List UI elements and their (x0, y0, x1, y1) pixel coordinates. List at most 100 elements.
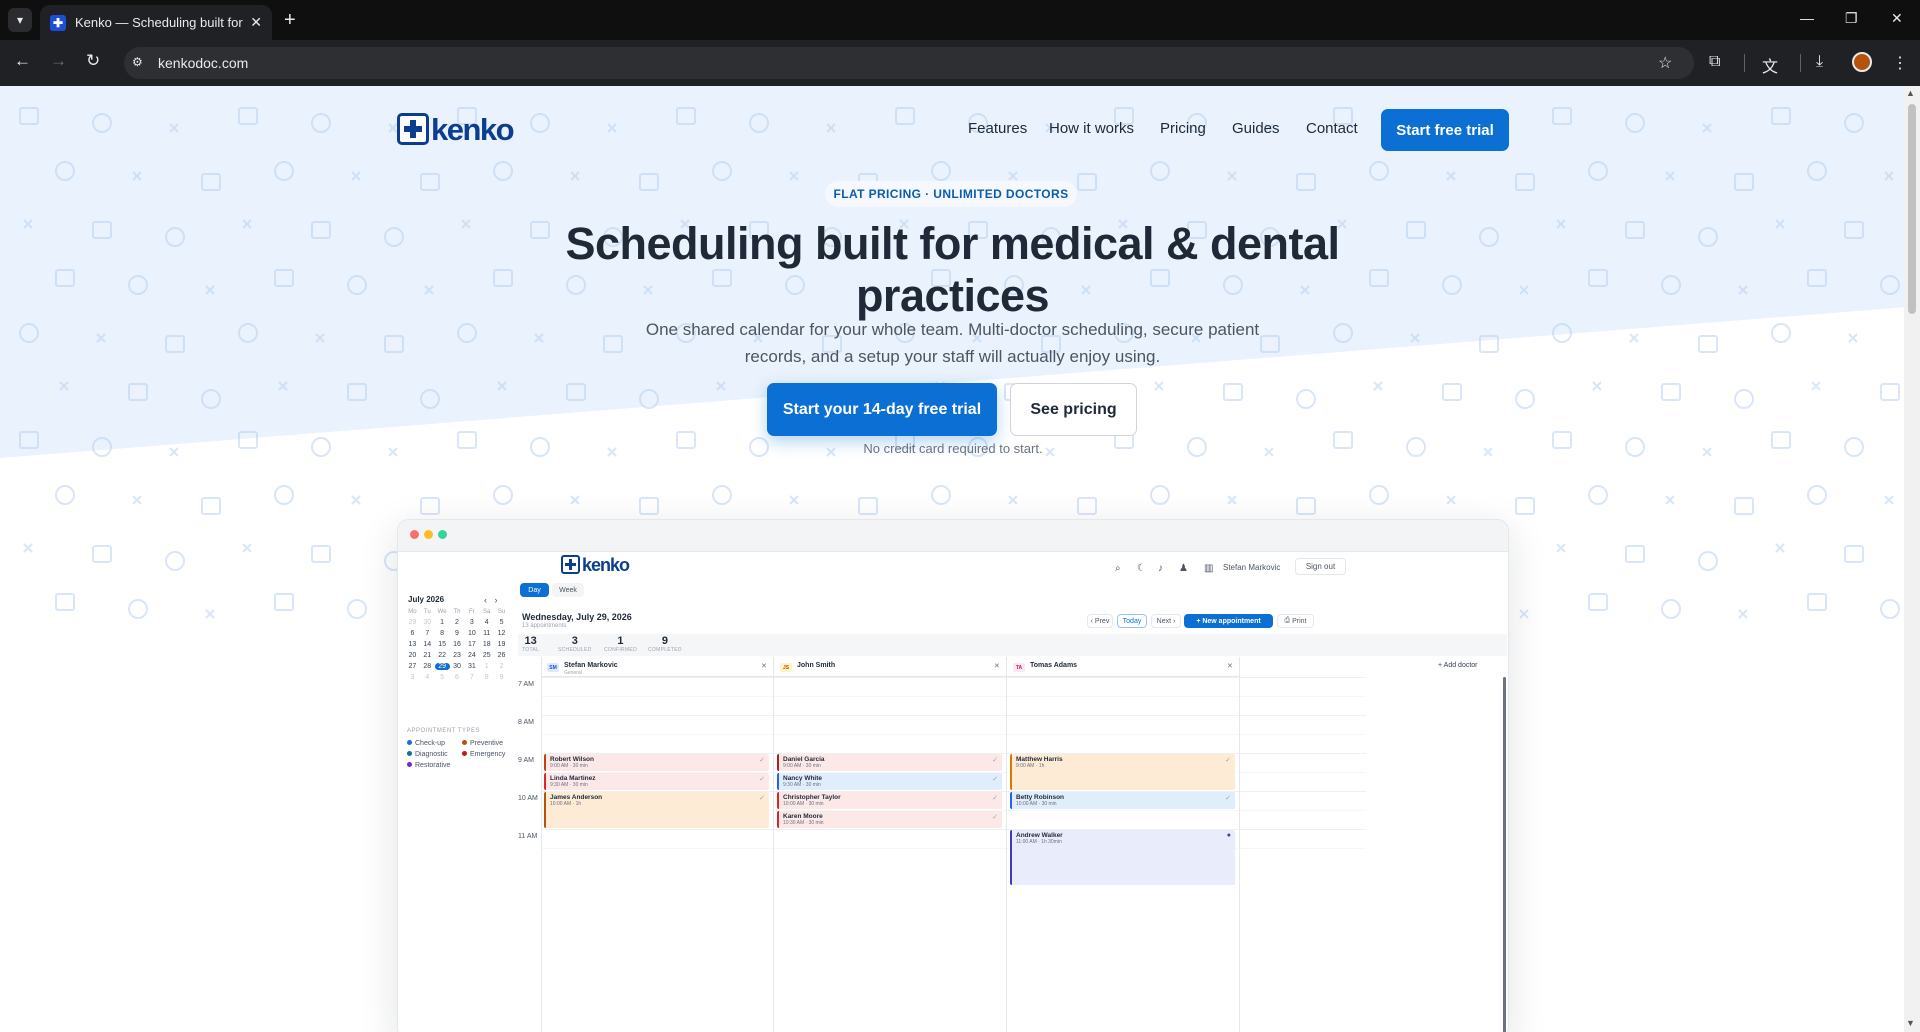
calendar-day[interactable]: 17 (464, 641, 479, 648)
appointment[interactable]: Andrew Walker 11:00 AM · 1h 30min ● (1010, 830, 1235, 885)
calendar-day[interactable]: 20 (405, 652, 420, 659)
calendar-day[interactable]: 30 (420, 619, 435, 626)
close-tab-icon[interactable]: ✕ (250, 14, 262, 31)
see-pricing-button[interactable]: See pricing (1010, 383, 1137, 436)
appointment[interactable]: James Anderson 10:00 AM · 1h ✓ (544, 792, 769, 828)
forward-icon[interactable]: → (50, 51, 67, 71)
calendar-day[interactable]: 9 (450, 630, 465, 637)
calendar-day[interactable]: 1 (479, 663, 494, 670)
nav-link-guides[interactable]: Guides (1232, 120, 1280, 137)
new-tab-button[interactable]: + (284, 8, 296, 32)
calendar-day[interactable]: 5 (494, 619, 509, 626)
remove-doctor-icon[interactable]: ✕ (994, 662, 1000, 670)
bookmark-star-icon[interactable]: ☆ (1658, 53, 1672, 73)
calendar-day[interactable]: 14 (420, 641, 435, 648)
week-view-tab[interactable]: Week (552, 583, 584, 597)
menu-dots-icon[interactable]: ⋮ (1892, 53, 1908, 73)
tab-search-button[interactable]: ▾ (8, 8, 32, 32)
print-button[interactable]: ⎙ Print (1277, 614, 1314, 628)
calendar-day[interactable]: 22 (435, 652, 450, 659)
calendar-day[interactable]: 7 (420, 630, 435, 637)
profile-avatar[interactable] (1852, 52, 1872, 72)
calendar-day[interactable]: 4 (479, 619, 494, 626)
appointment[interactable]: Linda Martinez 9:30 AM · 30 min ✓ (544, 773, 769, 790)
translate-icon[interactable]: 文 (1762, 53, 1778, 77)
calendar-day[interactable]: 3 (464, 619, 479, 626)
calendar-day[interactable]: 21 (420, 652, 435, 659)
calendar-day[interactable]: 6 (450, 674, 465, 681)
calendar-day[interactable]: 30 (450, 663, 465, 670)
calendar-day[interactable]: 23 (450, 652, 465, 659)
calendar-day[interactable]: 24 (464, 652, 479, 659)
appointment[interactable]: Betty Robinson 10:00 AM · 30 min ✓ (1010, 792, 1235, 809)
appointment[interactable]: Robert Wilson 9:00 AM · 30 min ✓ (544, 754, 769, 771)
scroll-thumb[interactable] (1908, 104, 1916, 314)
calendar-day[interactable]: 5 (435, 674, 450, 681)
day-view-tab[interactable]: Day (520, 583, 549, 597)
download-icon[interactable]: ⤓ (1816, 53, 1823, 71)
remove-doctor-icon[interactable]: ✕ (761, 662, 767, 670)
calendar-day[interactable]: 31 (464, 663, 479, 670)
calendar-day[interactable]: 2 (494, 663, 509, 670)
calendar-day[interactable]: 16 (450, 641, 465, 648)
bell-icon[interactable]: ♪ (1158, 563, 1163, 574)
scroll-up-arrow[interactable]: ▲ (1906, 88, 1915, 98)
users-icon[interactable]: ♟ (1179, 563, 1188, 574)
calendar-day[interactable]: 29 (405, 619, 420, 626)
add-doctor-button[interactable]: + Add doctor (1438, 662, 1478, 669)
address-bar[interactable] (124, 47, 1694, 79)
calendar-day[interactable]: 8 (479, 674, 494, 681)
mini-calendar[interactable]: Mo Tu We Th Fr Sa Su 29 30 1 2 3 4 5 6 7 8 9 10 11 12 13 14 15 1… (405, 609, 509, 681)
site-logo[interactable]: kenko (397, 113, 515, 145)
appointment[interactable]: Karen Moore 10:30 AM · 30 min ✓ (777, 811, 1002, 828)
calendar-day[interactable]: 10 (464, 630, 479, 637)
sign-out-button[interactable]: Sign out (1295, 558, 1346, 575)
calendar-day[interactable]: 18 (479, 641, 494, 648)
calendar-day[interactable]: 25 (479, 652, 494, 659)
calendar-day[interactable]: 8 (435, 630, 450, 637)
dark-mode-icon[interactable]: ☾ (1137, 563, 1146, 574)
calendar-day[interactable]: 27 (405, 663, 420, 670)
mini-calendar-nav[interactable]: ‹ › (484, 595, 498, 605)
calendar-day[interactable]: 4 (420, 674, 435, 681)
stats-icon[interactable]: ▥ (1204, 563, 1213, 574)
calendar-day[interactable]: 19 (494, 641, 509, 648)
calendar-day[interactable]: 12 (494, 630, 509, 637)
calendar-day[interactable]: 2 (450, 619, 465, 626)
calendar-day[interactable]: 15 (435, 641, 450, 648)
nav-link-features[interactable]: Features (968, 120, 1027, 137)
calendar-day[interactable]: 6 (405, 630, 420, 637)
restore-icon[interactable]: ❐ (1845, 10, 1858, 27)
extensions-icon[interactable]: ⧉ (1709, 53, 1720, 71)
calendar-day[interactable]: 11 (479, 630, 494, 637)
next-button[interactable]: Next › (1151, 614, 1181, 628)
appointment[interactable]: Nancy White 9:30 AM · 30 min ✓ (777, 773, 1002, 790)
minimize-icon[interactable]: — (1800, 10, 1814, 26)
site-info-icon[interactable]: ⚙ (132, 55, 143, 69)
url-text[interactable]: kenkodoc.com (158, 55, 248, 71)
back-icon[interactable]: ← (14, 51, 31, 71)
calendar-day[interactable]: 7 (464, 674, 479, 681)
calendar-day[interactable]: 13 (405, 641, 420, 648)
calendar-day[interactable]: 1 (435, 619, 450, 626)
today-button[interactable]: Today (1117, 614, 1147, 628)
appointment[interactable]: Christopher Taylor 10:00 AM · 30 min ✓ (777, 792, 1002, 809)
schedule-scrollbar[interactable] (1503, 677, 1506, 1032)
close-window-icon[interactable]: ✕ (1891, 10, 1903, 27)
start-free-trial-button[interactable]: Start free trial (1381, 109, 1509, 151)
appointment[interactable]: Matthew Harris 9:00 AM · 1h ✓ (1010, 754, 1235, 790)
browser-tab[interactable]: ✚ Kenko — Scheduling built for medical &… (40, 5, 272, 40)
new-appointment-button[interactable]: + New appointment (1184, 614, 1273, 628)
nav-link-contact[interactable]: Contact (1306, 120, 1358, 137)
search-icon[interactable]: ⌕ (1115, 563, 1121, 574)
nav-link-how-it-works[interactable]: How it works (1049, 120, 1134, 137)
nav-link-pricing[interactable]: Pricing (1160, 120, 1206, 137)
appointment[interactable]: Daniel Garcia 9:00 AM · 30 min ✓ (777, 754, 1002, 771)
calendar-day[interactable]: 26 (494, 652, 509, 659)
calendar-day[interactable]: 28 (420, 663, 435, 670)
calendar-day[interactable]: 3 (405, 674, 420, 681)
prev-button[interactable]: ‹ Prev (1087, 614, 1113, 628)
calendar-day[interactable]: 9 (494, 674, 509, 681)
calendar-day[interactable]: 29 (434, 663, 450, 670)
remove-doctor-icon[interactable]: ✕ (1227, 662, 1233, 670)
